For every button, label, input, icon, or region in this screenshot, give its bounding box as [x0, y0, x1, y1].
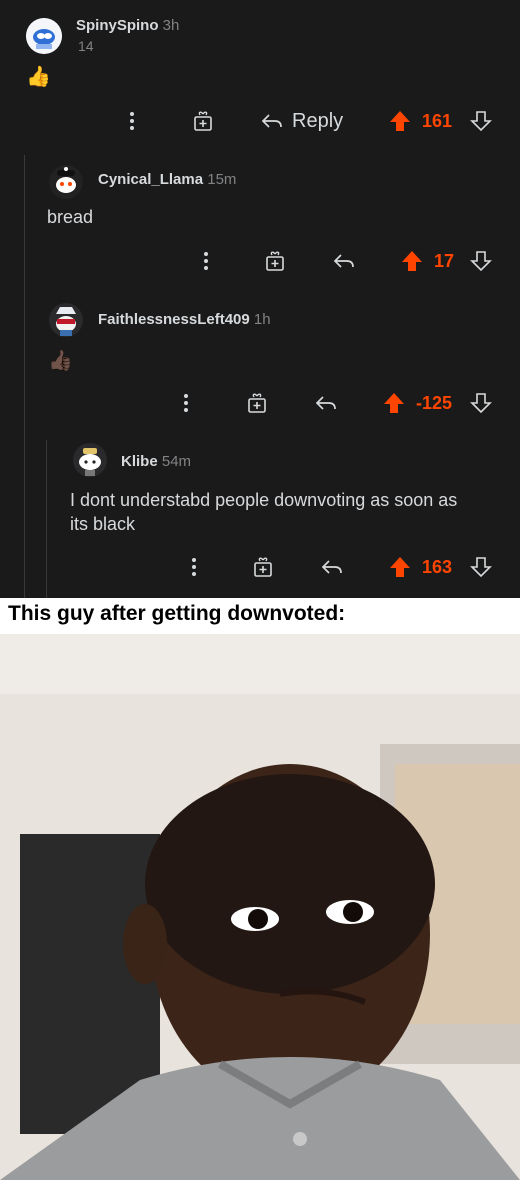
comment: SpinySpino 3h 14 👍 Reply 161: [0, 0, 520, 150]
avatar[interactable]: [48, 164, 84, 200]
meme-caption: This guy after getting downvoted:: [8, 602, 346, 625]
upvote-icon: [402, 251, 422, 271]
score-text: 161: [422, 110, 453, 131]
reply-button[interactable]: [332, 246, 356, 276]
award-button[interactable]: [246, 388, 268, 418]
award-button[interactable]: [252, 552, 274, 582]
avatar-snoo-icon: [26, 18, 62, 54]
meme-photo-illustration: [0, 634, 520, 1180]
thumbs-up-emoji: 👍🏿: [48, 350, 73, 372]
username[interactable]: FaithlessnessLeft409 1h: [98, 311, 271, 328]
avatar[interactable]: [26, 18, 62, 54]
comment-body: bread: [47, 207, 94, 227]
vote-score: -125: [416, 388, 452, 418]
avatar-snoo-icon: [49, 165, 83, 199]
score-text: 17: [434, 250, 455, 271]
comment-age: 3h: [162, 17, 180, 34]
comment: Cynical_Llama 15m bread 17: [0, 150, 520, 290]
avatar-snoo-icon: [49, 303, 83, 337]
downvote-icon: [470, 111, 492, 132]
comment-body: I dont understabd people downvoting as s…: [70, 488, 510, 536]
reply-icon: [333, 254, 354, 268]
comment-actions: Reply 161: [0, 106, 520, 136]
sub-count: 14: [78, 38, 94, 54]
downvote-button[interactable]: [470, 106, 492, 136]
comment-age: 54m: [161, 453, 192, 470]
more-icon: [130, 112, 134, 130]
avatar[interactable]: [48, 302, 84, 338]
comment-body-line: its black: [70, 514, 136, 534]
reply-icon: [321, 560, 342, 574]
comment-actions: 17: [0, 246, 520, 276]
comment: FaithlessnessLeft409 1h 👍🏿 -125: [0, 290, 520, 430]
reply-button[interactable]: [320, 552, 344, 582]
upvote-button[interactable]: [388, 552, 412, 582]
score-text: -125: [416, 392, 453, 413]
more-button[interactable]: [180, 388, 192, 418]
more-icon: [192, 558, 196, 576]
reply-button[interactable]: [314, 388, 338, 418]
reply-button[interactable]: Reply: [260, 106, 343, 136]
more-icon: [184, 394, 188, 412]
award-button[interactable]: [264, 246, 286, 276]
upvote-icon: [384, 393, 404, 413]
username-text[interactable]: Cynical_Llama: [98, 171, 203, 188]
vote-score: 17: [434, 246, 454, 276]
downvote-icon: [470, 393, 492, 414]
upvote-icon: [390, 557, 410, 577]
award-icon: [194, 111, 212, 131]
award-icon: [248, 393, 266, 413]
comment-age: 15m: [207, 171, 237, 188]
comment: Klibe 54m I dont understabd people downv…: [0, 430, 520, 598]
downvote-button[interactable]: [470, 388, 492, 418]
downvote-icon: [470, 557, 492, 578]
reply-icon: [315, 396, 336, 410]
upvote-button[interactable]: [388, 106, 412, 136]
downvote-icon: [470, 251, 492, 272]
more-button[interactable]: [126, 106, 138, 136]
comment-actions: -125: [0, 388, 520, 418]
more-icon: [204, 252, 208, 270]
more-button[interactable]: [188, 552, 200, 582]
comment-body-line: I dont understabd people downvoting as s…: [70, 490, 458, 510]
username-text[interactable]: FaithlessnessLeft409: [98, 311, 250, 328]
award-icon: [266, 251, 284, 271]
score-text: 163: [422, 556, 453, 577]
comment-thread: SpinySpino 3h 14 👍 Reply 161 Cynical_Lla…: [0, 0, 520, 598]
comment-actions: 163: [0, 552, 520, 582]
thumbs-up-emoji: 👍: [26, 66, 51, 88]
award-icon: [254, 557, 272, 577]
upvote-button[interactable]: [382, 388, 406, 418]
more-button[interactable]: [200, 246, 212, 276]
upvote-button[interactable]: [400, 246, 424, 276]
username[interactable]: Klibe 54m: [121, 453, 191, 470]
avatar-snoo-icon: [73, 443, 107, 477]
downvote-button[interactable]: [470, 552, 492, 582]
downvote-button[interactable]: [470, 246, 492, 276]
username[interactable]: SpinySpino 3h: [76, 17, 179, 34]
avatar[interactable]: [72, 442, 108, 478]
comment-age: 1h: [253, 311, 271, 328]
meme-photo: [0, 634, 520, 1180]
vote-score: 161: [422, 106, 452, 136]
upvote-icon: [390, 111, 410, 131]
award-button[interactable]: [192, 106, 214, 136]
vote-score: 163: [422, 552, 452, 582]
reply-icon: [261, 114, 282, 128]
username[interactable]: Cynical_Llama 15m: [98, 171, 236, 188]
reply-label[interactable]: Reply: [292, 110, 343, 133]
username-text[interactable]: SpinySpino: [76, 17, 159, 34]
username-text[interactable]: Klibe: [121, 453, 158, 470]
